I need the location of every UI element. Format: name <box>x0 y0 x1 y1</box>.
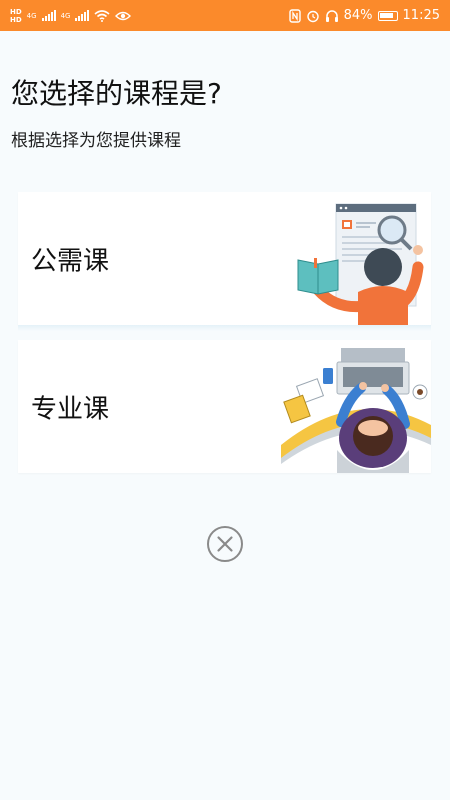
page-title: 您选择的课程是? <box>11 77 222 110</box>
status-bar: HD HD 4G 4G 84% 11:25 <box>0 0 450 31</box>
network-label: 4G <box>26 11 37 20</box>
status-bar-right: 84% 11:25 <box>288 8 440 23</box>
clock-time: 11:25 <box>402 8 440 23</box>
close-circle-icon <box>207 526 243 562</box>
professional-course-label: 专业课 <box>31 394 110 424</box>
signal-icon <box>41 10 56 21</box>
close-button[interactable] <box>206 525 244 563</box>
laptop-desk-illustration <box>281 348 431 473</box>
public-course-card[interactable]: 公需课 <box>18 192 431 331</box>
alarm-icon <box>306 10 319 22</box>
battery-icon <box>377 10 398 21</box>
battery-percent: 84% <box>343 8 373 23</box>
wifi-icon <box>94 9 110 22</box>
page-subtitle: 根据选择为您提供课程 <box>11 131 181 151</box>
professional-course-card[interactable]: 专业课 <box>18 340 431 473</box>
hd-icon: HD HD <box>10 7 22 24</box>
public-course-label: 公需课 <box>31 246 110 276</box>
signal-icon <box>75 10 90 21</box>
nfc-icon <box>288 8 301 23</box>
network-label: 4G <box>60 11 71 20</box>
status-bar-left: HD HD 4G 4G <box>10 7 132 24</box>
headphones-icon <box>325 9 338 22</box>
reading-magnifier-illustration <box>297 203 424 325</box>
eye-icon <box>115 11 132 20</box>
